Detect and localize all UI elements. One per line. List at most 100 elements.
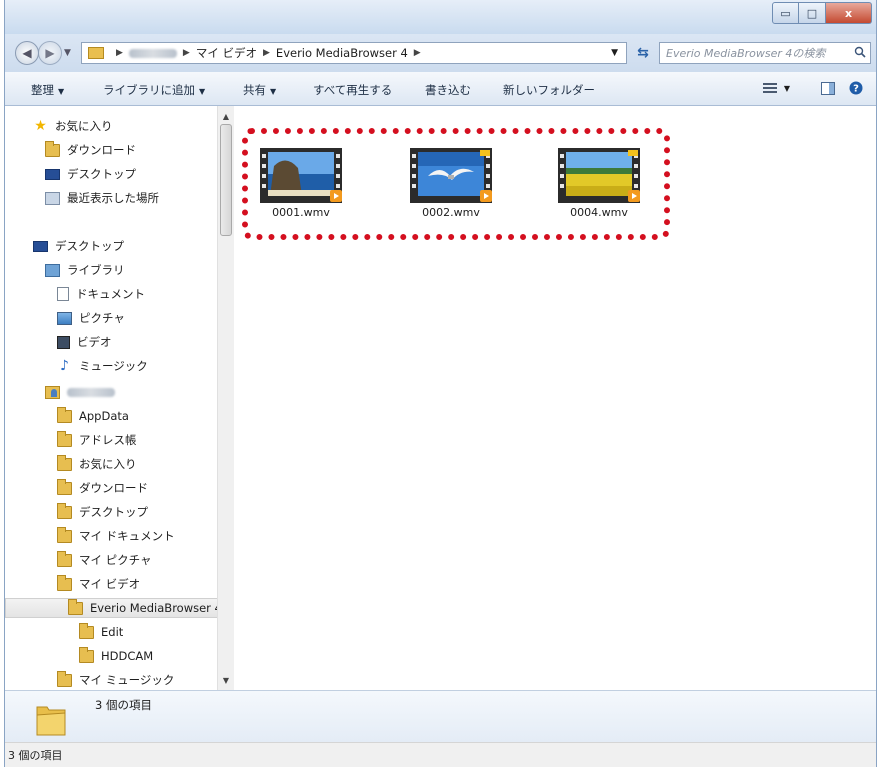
view-options-button[interactable] [761, 80, 779, 96]
burn-button[interactable]: 書き込む [425, 82, 471, 98]
navigation-scrollbar[interactable]: ▲ ▼ [217, 106, 234, 690]
file-item[interactable]: 0004.wmv [541, 148, 641, 238]
search-input[interactable]: Everio MediaBrowser 4の検索 [659, 42, 871, 64]
minimize-button[interactable]: ▭ [772, 2, 799, 24]
contacts-folder-icon [57, 430, 72, 447]
sidebar-item-downloads[interactable]: ダウンロード [45, 140, 136, 160]
sidebar-item-everio[interactable]: Everio MediaBrowser 4 [5, 598, 222, 618]
sidebar-item-recent[interactable]: 最近表示した場所 [45, 188, 159, 208]
address-bar[interactable]: ▶ ▶ マイ ビデオ ▶ Everio MediaBrowser 4 ▶ ▼ [81, 42, 627, 64]
chevron-down-icon: ▼ [199, 87, 206, 96]
folder-icon [57, 406, 72, 423]
sidebar-item-label: ダウンロード [79, 481, 148, 495]
recent-places-icon [45, 191, 60, 205]
sidebar-item-label: マイ ミュージック [79, 673, 175, 687]
history-dropdown[interactable]: ▼ [64, 48, 71, 58]
sidebar-item-label: デスクトップ [55, 239, 124, 253]
desktop-icon [45, 168, 60, 180]
organize-label: 整理 [31, 83, 54, 97]
details-item-count: 3 個の項目 [95, 698, 152, 712]
breadcrumb-separator-icon[interactable]: ▶ [263, 48, 270, 58]
scroll-up-button[interactable]: ▲ [218, 108, 234, 124]
sidebar-item-my-videos[interactable]: マイ ビデオ [57, 574, 140, 594]
file-item[interactable]: 0001.wmv [243, 148, 343, 238]
pictures-folder-icon [57, 550, 72, 567]
sidebar-item-desktop-fav[interactable]: デスクトップ [45, 164, 136, 184]
sidebar-item-libraries[interactable]: ライブラリ [45, 260, 125, 280]
title-bar[interactable]: ▭ □ x [5, 0, 876, 34]
status-bar: 3 個の項目 [5, 742, 876, 767]
sidebar-item-label: お気に入り [79, 457, 137, 471]
sidebar-item-edit[interactable]: Edit [79, 622, 123, 642]
sidebar-item-label: マイ ビデオ [79, 577, 141, 591]
scroll-thumb[interactable] [220, 124, 232, 236]
sidebar-item-label: ミュージック [79, 359, 148, 373]
sidebar-item-label: マイ ピクチャ [79, 553, 152, 567]
sidebar-item-user-downloads[interactable]: ダウンロード [57, 478, 148, 498]
chevron-down-icon: ▼ [783, 83, 791, 93]
sidebar-item-my-music[interactable]: マイ ミュージック [57, 670, 174, 690]
desktop-icon [33, 240, 48, 252]
file-list-area[interactable]: 0001.wmv 0002.wmv 0004.wmv [235, 106, 876, 690]
sidebar-item-label: HDDCAM [101, 649, 154, 663]
breadcrumb-my-videos[interactable]: マイ ビデオ [196, 45, 257, 61]
preview-pane-button[interactable] [819, 80, 837, 96]
breadcrumb-separator-icon[interactable]: ▶ [116, 48, 123, 58]
star-icon: ★ [34, 118, 47, 134]
svg-text:?: ? [853, 84, 859, 95]
file-item[interactable]: 0002.wmv [393, 148, 493, 238]
add-to-library-label: ライブラリに追加 [103, 83, 195, 97]
sidebar-item-user[interactable] [45, 382, 115, 402]
folder-icon [36, 706, 66, 736]
play-all-button[interactable]: すべて再生する [313, 82, 392, 98]
sidebar-item-my-pictures[interactable]: マイ ピクチャ [57, 550, 152, 570]
sidebar-item-pictures[interactable]: ピクチャ [57, 308, 125, 328]
sidebar-item-appdata[interactable]: AppData [57, 406, 129, 426]
sidebar-item-hddcam[interactable]: HDDCAM [79, 646, 153, 666]
sidebar-item-favorites[interactable]: ★ お気に入り [33, 116, 113, 136]
sidebar-item-label: ダウンロード [67, 143, 136, 157]
close-button[interactable]: x [826, 2, 872, 24]
preview-pane-icon [821, 81, 835, 95]
download-folder-icon [57, 478, 72, 495]
breadcrumb-separator-icon[interactable]: ▶ [183, 48, 190, 58]
sidebar-item-music[interactable]: ♪ ミュージック [57, 356, 148, 376]
sidebar-item-videos[interactable]: ビデオ [57, 332, 112, 352]
chevron-up-icon: ▲ [222, 111, 230, 121]
sidebar-item-label: デスクトップ [67, 167, 136, 181]
redacted-username [67, 387, 115, 397]
maximize-button[interactable]: □ [799, 2, 826, 24]
share-button[interactable]: 共有 ▼ [243, 82, 276, 98]
arrow-right-icon: ▶ [45, 46, 55, 60]
sidebar-item-user-favorites[interactable]: お気に入り [57, 454, 137, 474]
breadcrumb-everio[interactable]: Everio MediaBrowser 4 [276, 46, 408, 60]
back-button[interactable]: ◀ [15, 41, 39, 65]
scroll-down-button[interactable]: ▼ [218, 672, 234, 688]
new-folder-button[interactable]: 新しいフォルダー [503, 82, 595, 98]
help-button[interactable]: ? [847, 80, 865, 96]
user-folder-icon [45, 385, 60, 399]
view-dropdown-button[interactable]: ▼ [778, 80, 796, 96]
desktop-folder-icon [57, 502, 72, 519]
forward-button[interactable]: ▶ [38, 41, 62, 65]
sidebar-item-label: お気に入り [55, 119, 113, 133]
sidebar-item-desktop[interactable]: デスクトップ [33, 236, 124, 256]
address-dropdown-icon[interactable]: ▼ [611, 48, 618, 58]
file-name: 0001.wmv [272, 206, 330, 219]
sidebar-item-contacts[interactable]: アドレス帳 [57, 430, 137, 450]
video-thumbnail-seagull [410, 148, 492, 203]
arrow-left-icon: ◀ [22, 46, 32, 60]
refresh-button[interactable]: ⇆ [633, 42, 653, 64]
sidebar-item-user-desktop[interactable]: デスクトップ [57, 502, 148, 522]
organize-button[interactable]: 整理 ▼ [31, 82, 64, 98]
minimize-icon: ▭ [780, 6, 791, 20]
breadcrumb-separator-icon[interactable]: ▶ [414, 48, 421, 58]
add-to-library-button[interactable]: ライブラリに追加 ▼ [103, 82, 205, 98]
sidebar-item-my-documents[interactable]: マイ ドキュメント [57, 526, 175, 546]
close-icon: x [844, 6, 853, 20]
folder-icon [88, 47, 104, 59]
status-text: 3 個の項目 [8, 749, 63, 762]
documents-folder-icon [57, 526, 72, 543]
sidebar-item-documents[interactable]: ドキュメント [57, 284, 145, 304]
pictures-icon [57, 311, 72, 325]
